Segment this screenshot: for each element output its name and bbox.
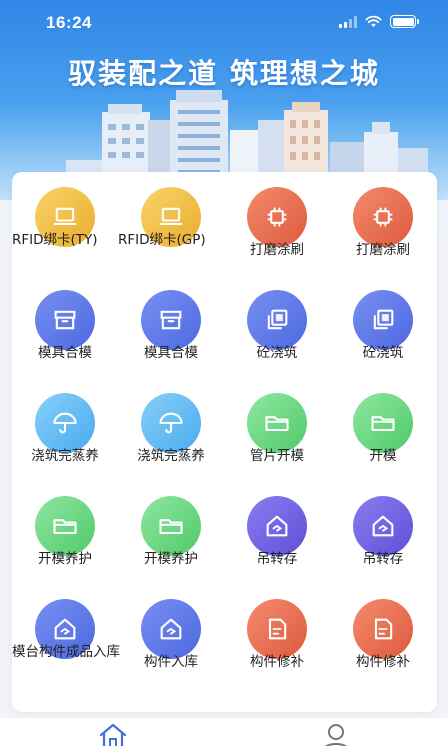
menu-item[interactable]: 管片开模	[224, 378, 330, 478]
menu-item-icon-badge	[141, 599, 201, 659]
battery-icon	[390, 15, 419, 28]
document-icon	[374, 618, 393, 640]
menu-item-icon-badge	[141, 290, 201, 350]
menu-item[interactable]: 砼浇筑	[330, 275, 436, 375]
menu-item[interactable]: 砼浇筑	[224, 275, 330, 375]
menu-item-icon-badge	[353, 599, 413, 659]
menu-item[interactable]: 浇筑完蒸养	[118, 378, 224, 478]
status-time: 16:24	[46, 13, 92, 32]
menu-item-label: 开模	[369, 448, 397, 464]
layers-icon	[373, 309, 394, 330]
folder-icon	[53, 519, 77, 535]
chip-icon	[373, 207, 393, 227]
house-icon	[266, 515, 288, 537]
slogan-title: 驭装配之道 筑理想之城	[68, 57, 380, 90]
layers-icon	[267, 309, 288, 330]
menu-item-label: 开模养护	[38, 551, 92, 567]
menu-item-label: 构件入库	[144, 654, 198, 670]
menu-item-label: 模具合模	[38, 345, 92, 361]
home-icon	[99, 723, 127, 746]
menu-item[interactable]: 吊转存	[224, 481, 330, 581]
umbrella-icon	[53, 412, 77, 434]
menu-item-icon-badge	[247, 496, 307, 556]
menu-item[interactable]: 开模	[330, 378, 436, 478]
house-icon	[372, 515, 394, 537]
menu-item-label: 管片开模	[250, 448, 304, 464]
function-menu-card: RFID绑卡(TY) RFID绑卡(GP) 打磨涂刷 打磨涂刷模具合模 模具合模 砼浇筑 砼…	[12, 172, 437, 712]
menu-item-icon-badge	[247, 187, 307, 247]
menu-item-label: 开模养护	[144, 551, 198, 567]
menu-item-icon-badge	[35, 290, 95, 350]
menu-item[interactable]: 开模养护	[12, 481, 118, 581]
menu-item[interactable]: 模具合模	[118, 275, 224, 375]
menu-item-label: 吊转存	[362, 551, 404, 567]
folder-icon	[265, 416, 289, 432]
menu-item-label: 模具合模	[144, 345, 198, 361]
menu-item-icon-badge	[141, 496, 201, 556]
menu-item-icon-badge	[353, 393, 413, 453]
menu-item[interactable]: 模具合模	[12, 275, 118, 375]
menu-item-icon-badge	[141, 393, 201, 453]
bottom-tab-bar	[0, 718, 448, 746]
menu-item-label: 浇筑完蒸养	[137, 448, 205, 464]
house-icon	[54, 618, 76, 640]
menu-item-icon-badge	[247, 393, 307, 453]
menu-item-label: 浇筑完蒸养	[31, 448, 99, 464]
menu-item[interactable]: 打磨涂刷	[330, 172, 436, 272]
tab-home[interactable]	[93, 722, 133, 746]
menu-item[interactable]: 打磨涂刷	[224, 172, 330, 272]
menu-item[interactable]: 模台构件成品入库	[12, 584, 120, 684]
menu-item-label: 打磨涂刷	[250, 242, 304, 258]
menu-item[interactable]: 吊转存	[330, 481, 436, 581]
umbrella-icon	[159, 412, 183, 434]
menu-item-icon-badge	[35, 393, 95, 453]
menu-item-icon-badge	[353, 290, 413, 350]
menu-item-icon-badge	[353, 187, 413, 247]
menu-item-label: 构件修补	[356, 654, 410, 670]
menu-item-label: RFID绑卡(TY)	[12, 232, 98, 248]
menu-item-label: 砼浇筑	[256, 345, 298, 361]
menu-item-icon-badge	[35, 496, 95, 556]
menu-item-label: 构件修补	[250, 654, 304, 670]
menu-item-label: RFID绑卡(GP)	[118, 232, 206, 248]
document-icon	[268, 618, 287, 640]
tab-profile[interactable]	[316, 722, 356, 746]
menu-item-label: 模台构件成品入库	[12, 644, 120, 660]
menu-item-label: 砼浇筑	[362, 345, 404, 361]
menu-item-label: 打磨涂刷	[356, 242, 410, 258]
menu-item[interactable]: 浇筑完蒸养	[12, 378, 118, 478]
menu-item[interactable]: RFID绑卡(GP)	[118, 172, 224, 272]
folder-icon	[371, 416, 395, 432]
menu-item[interactable]: 构件修补	[330, 584, 436, 684]
menu-item[interactable]: 构件修补	[224, 584, 330, 684]
status-bar: 16:24	[0, 0, 448, 46]
menu-item-icon-badge	[353, 496, 413, 556]
menu-item[interactable]: 构件入库	[118, 584, 224, 684]
laptop-icon	[159, 207, 183, 226]
box-icon	[54, 310, 76, 330]
laptop-icon	[53, 207, 77, 226]
menu-item[interactable]: RFID绑卡(TY)	[12, 172, 118, 272]
menu-item[interactable]: 开模养护	[118, 481, 224, 581]
folder-icon	[159, 519, 183, 535]
signal-icon	[339, 15, 357, 28]
status-icons	[339, 15, 419, 28]
user-icon	[325, 724, 347, 746]
wifi-icon	[365, 15, 382, 27]
menu-item-label: 吊转存	[256, 551, 298, 567]
menu-item-icon-badge	[247, 290, 307, 350]
function-menu-grid: RFID绑卡(TY) RFID绑卡(GP) 打磨涂刷 打磨涂刷模具合模 模具合模 砼浇筑 砼…	[12, 172, 437, 712]
box-icon	[160, 310, 182, 330]
menu-item-icon-badge	[247, 599, 307, 659]
house-icon	[160, 618, 182, 640]
chip-icon	[267, 207, 287, 227]
